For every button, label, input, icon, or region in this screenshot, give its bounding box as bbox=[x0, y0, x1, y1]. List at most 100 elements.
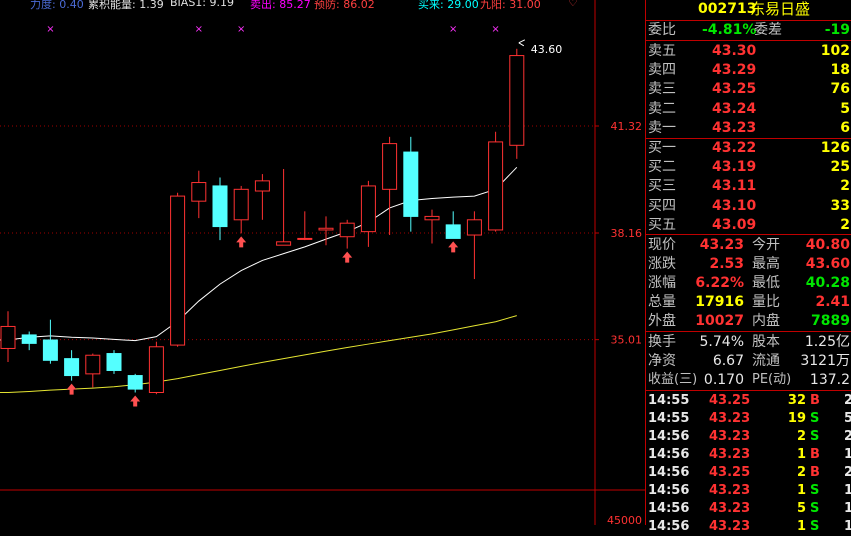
candle[interactable] bbox=[424, 209, 440, 244]
bid-price: 43.11 bbox=[712, 178, 757, 195]
weicha-value: -19 bbox=[824, 22, 850, 38]
tick-count: 1 bbox=[844, 447, 851, 462]
candle[interactable] bbox=[85, 353, 101, 388]
tick-row[interactable]: 14:56 43.23 5 S 1 bbox=[646, 500, 851, 518]
ask-row[interactable]: 卖二 43.24 5 bbox=[646, 100, 851, 118]
ask-price: 43.29 bbox=[712, 62, 757, 79]
fundamental-value: 5.74% bbox=[699, 334, 744, 350]
tick-row[interactable]: 14:56 43.23 2 S 2 bbox=[646, 428, 851, 446]
tick-row[interactable]: 14:55 43.23 19 S 5 bbox=[646, 410, 851, 428]
tick-volume: 2 bbox=[796, 465, 806, 480]
candle[interactable] bbox=[276, 169, 292, 246]
ask-row[interactable]: 卖三 43.25 76 bbox=[646, 80, 851, 98]
candle[interactable] bbox=[64, 350, 80, 381]
candle-body bbox=[85, 354, 101, 375]
tick-row[interactable]: 14:56 43.25 2 B 2 bbox=[646, 464, 851, 482]
bid-row[interactable]: 买二 43.19 25 bbox=[646, 158, 851, 176]
candle[interactable] bbox=[106, 350, 122, 374]
candle[interactable] bbox=[509, 48, 525, 159]
candle[interactable] bbox=[21, 331, 37, 351]
candle[interactable] bbox=[233, 185, 249, 234]
stat-value: 40.80 bbox=[805, 237, 850, 253]
candle[interactable] bbox=[127, 373, 143, 393]
price-tick-label: 41.32 bbox=[611, 120, 643, 133]
tick-row[interactable]: 14:56 43.23 1 S 1 bbox=[646, 518, 851, 536]
tick-price: 43.23 bbox=[709, 447, 751, 462]
ask-price: 43.24 bbox=[712, 100, 757, 117]
candle[interactable] bbox=[445, 211, 461, 239]
candle[interactable] bbox=[360, 180, 376, 247]
candle-body bbox=[403, 151, 419, 217]
stock-code: 002713 bbox=[698, 1, 757, 17]
ma-long-line bbox=[7, 315, 517, 393]
candlestick-plot[interactable]: 41.32 38.16 35.01 45000 × × × × × 43.60 bbox=[0, 0, 645, 525]
ask-row[interactable]: 卖一 43.23 6 bbox=[646, 119, 851, 137]
stat-value: 10027 bbox=[695, 313, 744, 329]
bid-row[interactable]: 买一 43.22 126 bbox=[646, 139, 851, 157]
bid-row[interactable]: 买三 43.11 2 bbox=[646, 177, 851, 195]
ask-label: 卖二 bbox=[648, 100, 676, 117]
tick-row[interactable]: 14:56 43.23 1 S 1 bbox=[646, 482, 851, 500]
stat-value: 17916 bbox=[695, 294, 744, 310]
candle-body bbox=[339, 222, 355, 238]
ask-volume: 5 bbox=[840, 100, 850, 117]
stat-value: 40.28 bbox=[805, 275, 850, 291]
kline-chart[interactable]: 力度: 0.40 累积能量: 1.39 BIAS1: 9.19 卖出: 85.27 预防… bbox=[0, 0, 645, 525]
tick-row[interactable]: 14:55 43.25 32 B 2 bbox=[646, 392, 851, 410]
weicha-label: 委差 bbox=[754, 22, 782, 38]
stat-label: 涨幅 bbox=[648, 275, 676, 291]
tick-price: 43.25 bbox=[709, 393, 751, 408]
bid-price: 43.09 bbox=[712, 216, 757, 233]
ask-row[interactable]: 卖四 43.29 18 bbox=[646, 61, 851, 79]
tick-time: 14:56 bbox=[648, 501, 690, 516]
bid-row[interactable]: 买五 43.09 2 bbox=[646, 216, 851, 234]
candle-body bbox=[64, 358, 80, 377]
stat-label: 今开 bbox=[752, 237, 780, 253]
tick-count: 2 bbox=[844, 429, 851, 444]
fundamental-label: 收益(三) bbox=[648, 372, 698, 387]
bid-price: 43.19 bbox=[712, 159, 757, 176]
buy-arrow-icon bbox=[66, 383, 77, 395]
candle[interactable] bbox=[254, 174, 270, 220]
fundamental-label: PE(动) bbox=[752, 372, 792, 387]
candle[interactable] bbox=[0, 311, 16, 363]
tick-side: S bbox=[810, 411, 820, 426]
fundamental-row: 净资 6.67 流通 3121万 bbox=[646, 352, 851, 370]
bid-price: 43.22 bbox=[712, 140, 757, 156]
candle-body bbox=[0, 325, 16, 349]
tick-price: 43.23 bbox=[709, 429, 751, 444]
divider bbox=[646, 234, 851, 235]
bid-label: 买二 bbox=[648, 159, 676, 176]
candle-body bbox=[42, 339, 58, 361]
tick-time: 14:56 bbox=[648, 429, 690, 444]
buy-arrow-icon bbox=[130, 395, 141, 407]
candle[interactable] bbox=[42, 319, 58, 364]
bid-row[interactable]: 买四 43.10 33 bbox=[646, 197, 851, 215]
candle[interactable] bbox=[403, 136, 419, 232]
candle[interactable] bbox=[382, 136, 398, 236]
candle[interactable] bbox=[148, 341, 164, 395]
tick-time: 14:56 bbox=[648, 447, 690, 462]
candle[interactable] bbox=[488, 131, 504, 232]
bid-volume: 25 bbox=[830, 159, 850, 176]
candle[interactable] bbox=[170, 192, 186, 347]
ask-row[interactable]: 卖五 43.30 102 bbox=[646, 42, 851, 60]
stat-row: 外盘 10027 内盘 7889 bbox=[646, 312, 851, 330]
candle-body bbox=[212, 185, 228, 228]
candle[interactable] bbox=[297, 211, 313, 241]
ask-price: 43.25 bbox=[712, 81, 757, 98]
tick-side: S bbox=[810, 519, 820, 534]
weibi-row: 委比 -4.81% 委差 -19 bbox=[646, 21, 851, 39]
tick-row[interactable]: 14:56 43.23 1 B 1 bbox=[646, 446, 851, 464]
bid-label: 买三 bbox=[648, 178, 676, 195]
tick-side: S bbox=[810, 483, 820, 498]
tick-time: 14:56 bbox=[648, 465, 690, 480]
candle-body bbox=[254, 180, 270, 192]
divider bbox=[646, 331, 851, 332]
candle[interactable] bbox=[212, 177, 228, 241]
stat-value: 7889 bbox=[811, 313, 850, 329]
candle-body bbox=[233, 188, 249, 221]
candle[interactable] bbox=[191, 170, 207, 219]
candle[interactable] bbox=[339, 219, 355, 249]
candle[interactable] bbox=[466, 211, 482, 280]
